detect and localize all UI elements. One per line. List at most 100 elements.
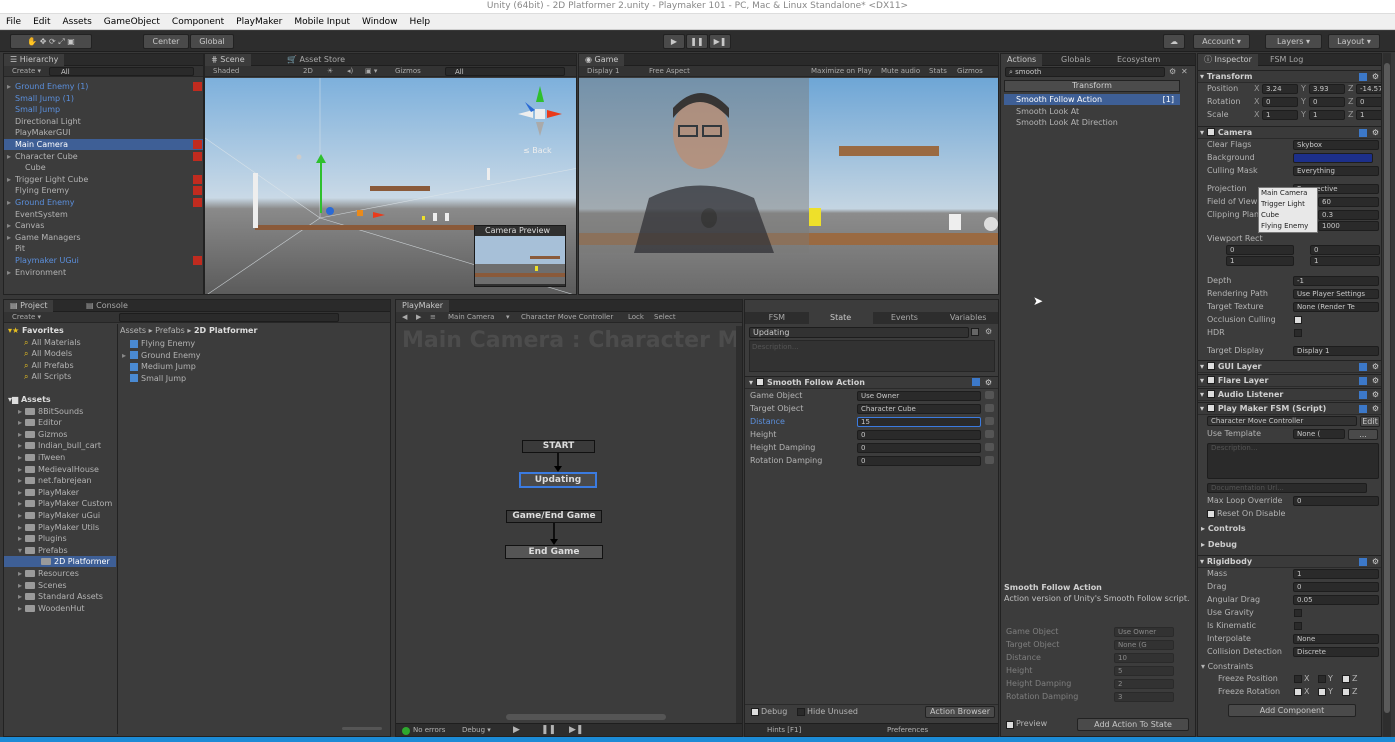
state-settings-icon[interactable]: ⚙ — [985, 327, 992, 336]
component-enabled-checkbox[interactable] — [1206, 128, 1215, 136]
action-help-icon[interactable] — [972, 378, 980, 386]
light-icon[interactable] — [296, 154, 302, 160]
freeze-z-checkbox[interactable] — [1342, 688, 1350, 696]
breadcrumb-assets[interactable]: Assets — [120, 326, 146, 335]
prefab-item[interactable]: ▸ Ground Enemy — [122, 350, 382, 361]
freeze-x-checkbox[interactable] — [1294, 675, 1302, 683]
assets-root[interactable]: ▾▆ Assets — [4, 394, 116, 405]
tab-project[interactable]: ▤ Project — [4, 300, 54, 312]
transform-z-field[interactable]: 0 — [1356, 97, 1381, 107]
camera-hdr_label-checkbox[interactable] — [1294, 329, 1302, 337]
project-folder[interactable]: ▸ Gizmos — [4, 429, 116, 440]
action-field-input[interactable]: Character Cube — [857, 404, 981, 414]
inspector-scrollbar[interactable] — [1383, 53, 1391, 737]
expand-arrow-icon[interactable]: ▸ — [7, 174, 15, 185]
hierarchy-item[interactable]: Playmaker UGui — [4, 255, 203, 266]
menu-window[interactable]: Window — [356, 17, 404, 27]
fsm-state-end-game[interactable]: End Game — [505, 545, 603, 559]
component-2[interactable]: ▾ Audio Listener ⚙ — [1198, 388, 1381, 401]
rigidbody-gravity_label-checkbox[interactable] — [1294, 609, 1302, 617]
account-dropdown[interactable]: Account ▾ — [1193, 34, 1250, 49]
project-folder[interactable]: ▸ MedievalHouse — [4, 464, 116, 475]
freeze-y-checkbox[interactable] — [1318, 675, 1326, 683]
menu-gameobject[interactable]: GameObject — [98, 17, 166, 27]
fsm-pause-icon[interactable]: ❚❚ — [541, 725, 556, 735]
playmaker-fsm-component[interactable]: ▾ Play Maker FSM (Script) ⚙ — [1198, 402, 1381, 415]
tab-ecosystem[interactable]: Ecosystem — [1111, 54, 1166, 66]
breadcrumb-2d-platformer[interactable]: 2D Platformer — [194, 326, 257, 335]
debug-dropdown[interactable]: Debug ▾ — [462, 726, 491, 734]
fsm-play-icon[interactable]: ▶ — [513, 725, 520, 735]
shading-mode-dropdown[interactable]: Shaded — [213, 67, 239, 75]
project-folder[interactable]: ▸ iTween — [4, 452, 116, 463]
project-folder[interactable]: 2D Platformer — [4, 556, 116, 568]
expand-arrow-icon[interactable]: ▸ — [7, 151, 15, 162]
hierarchy-item[interactable]: ▸ Trigger Light Cube — [4, 174, 203, 185]
pivot-center-button[interactable]: Center — [143, 34, 189, 49]
tab-variables[interactable]: Variables — [936, 312, 998, 324]
target-object-popup[interactable]: Main Camera Trigger Light Cube Flying Enem… — [1258, 187, 1318, 233]
component-enabled-checkbox[interactable] — [1206, 362, 1215, 370]
documentation-url-input[interactable]: Documentation Url... — [1207, 483, 1367, 493]
layers-dropdown[interactable]: Layers ▾ — [1265, 34, 1322, 49]
tab-fsm[interactable]: FSM — [745, 312, 809, 324]
popup-option[interactable]: Flying Enemy — [1261, 221, 1317, 232]
viewport-h-field[interactable]: 1 — [1310, 256, 1380, 266]
far-field[interactable]: 1000 — [1318, 221, 1379, 231]
action-browser-button[interactable]: Action Browser — [925, 706, 995, 718]
transform-x-field[interactable]: 3.24 — [1262, 84, 1298, 94]
hierarchy-item[interactable]: Flying Enemy — [4, 185, 203, 196]
component-help-icon[interactable] — [1359, 391, 1367, 399]
field-menu-icon[interactable] — [985, 443, 994, 451]
camera-occlusion_label-checkbox[interactable] — [1294, 316, 1302, 324]
camera-culling-dropdown[interactable]: Everything — [1293, 166, 1379, 176]
transform-component[interactable]: ▾ Transform ⚙ — [1198, 70, 1381, 83]
camera-target_tex-field[interactable]: None (Render Te — [1293, 302, 1379, 312]
max-loop-field[interactable]: 0 — [1293, 496, 1379, 506]
hierarchy-search-input[interactable]: All — [49, 67, 194, 76]
tab-inspector[interactable]: ⓘ Inspector — [1198, 54, 1258, 66]
freeze-z-checkbox[interactable] — [1342, 675, 1350, 683]
component-help-icon[interactable] — [1359, 377, 1367, 385]
fsm-description-input[interactable]: Description... — [1207, 443, 1379, 479]
debug-checkbox[interactable] — [751, 708, 759, 716]
project-folder[interactable]: ▸ PlayMaker — [4, 487, 116, 498]
camera-render-field[interactable]: Use Player Settings — [1293, 289, 1379, 299]
popup-option[interactable]: Trigger Light Cube — [1261, 199, 1317, 221]
fov-field[interactable]: 60 — [1318, 197, 1379, 207]
gizmo-z-handle[interactable] — [326, 207, 334, 215]
project-search-input[interactable] — [119, 313, 339, 322]
layout-dropdown[interactable]: Layout ▾ — [1328, 34, 1380, 49]
hierarchy-item[interactable]: Pit — [4, 243, 203, 254]
expand-arrow-icon[interactable]: ▸ — [7, 81, 15, 92]
project-folder[interactable]: ▸ net.fabrejean — [4, 475, 116, 486]
graph-h-scrollbar[interactable] — [506, 714, 666, 720]
transform-z-field[interactable]: 1 — [1356, 110, 1381, 120]
template-field[interactable]: None ( — [1293, 429, 1345, 439]
prefab-item[interactable]: Flying Enemy — [122, 338, 382, 349]
cloud-icon[interactable]: ☁ — [1163, 34, 1185, 49]
settings-icon[interactable]: ⚙ — [1169, 67, 1176, 76]
action-field-input[interactable]: 0 — [857, 456, 981, 466]
project-folder[interactable]: ▸ Standard Assets — [4, 591, 116, 602]
transform-x-field[interactable]: 0 — [1262, 97, 1298, 107]
field-menu-icon[interactable] — [985, 456, 994, 464]
favorite-item[interactable]: ⌕ All Materials — [4, 337, 116, 348]
favorite-item[interactable]: ⌕ All Scripts — [4, 371, 116, 382]
hints-button[interactable]: Hints [F1] — [767, 726, 801, 734]
project-folder[interactable]: ▸ Editor — [4, 417, 116, 428]
edit-fsm-button[interactable]: Edit — [1360, 416, 1380, 427]
stats-toggle[interactable]: Stats — [929, 66, 947, 77]
viewport-w-field[interactable]: 1 — [1226, 256, 1294, 266]
expand-arrow-icon[interactable]: ▸ — [7, 197, 15, 208]
action-header[interactable]: ▾ Smooth Follow Action ⚙ — [745, 376, 998, 389]
pivot-global-button[interactable]: Global — [190, 34, 234, 49]
rigidbody-component[interactable]: ▾ Rigidbody ⚙ — [1198, 555, 1381, 568]
menu-assets[interactable]: Assets — [57, 17, 98, 27]
constraints-section[interactable]: ▾ Constraints — [1198, 661, 1381, 672]
graph-scrollbar[interactable] — [736, 326, 742, 726]
menu-playmaker[interactable]: PlayMaker — [230, 17, 288, 27]
fsm-state-game-end-game[interactable]: Game/End Game — [506, 510, 602, 523]
transform-tools[interactable]: ✋ ✥ ⟳ ⤢ ▣ — [10, 34, 92, 49]
tab-game[interactable]: ◉ Game — [579, 54, 625, 66]
